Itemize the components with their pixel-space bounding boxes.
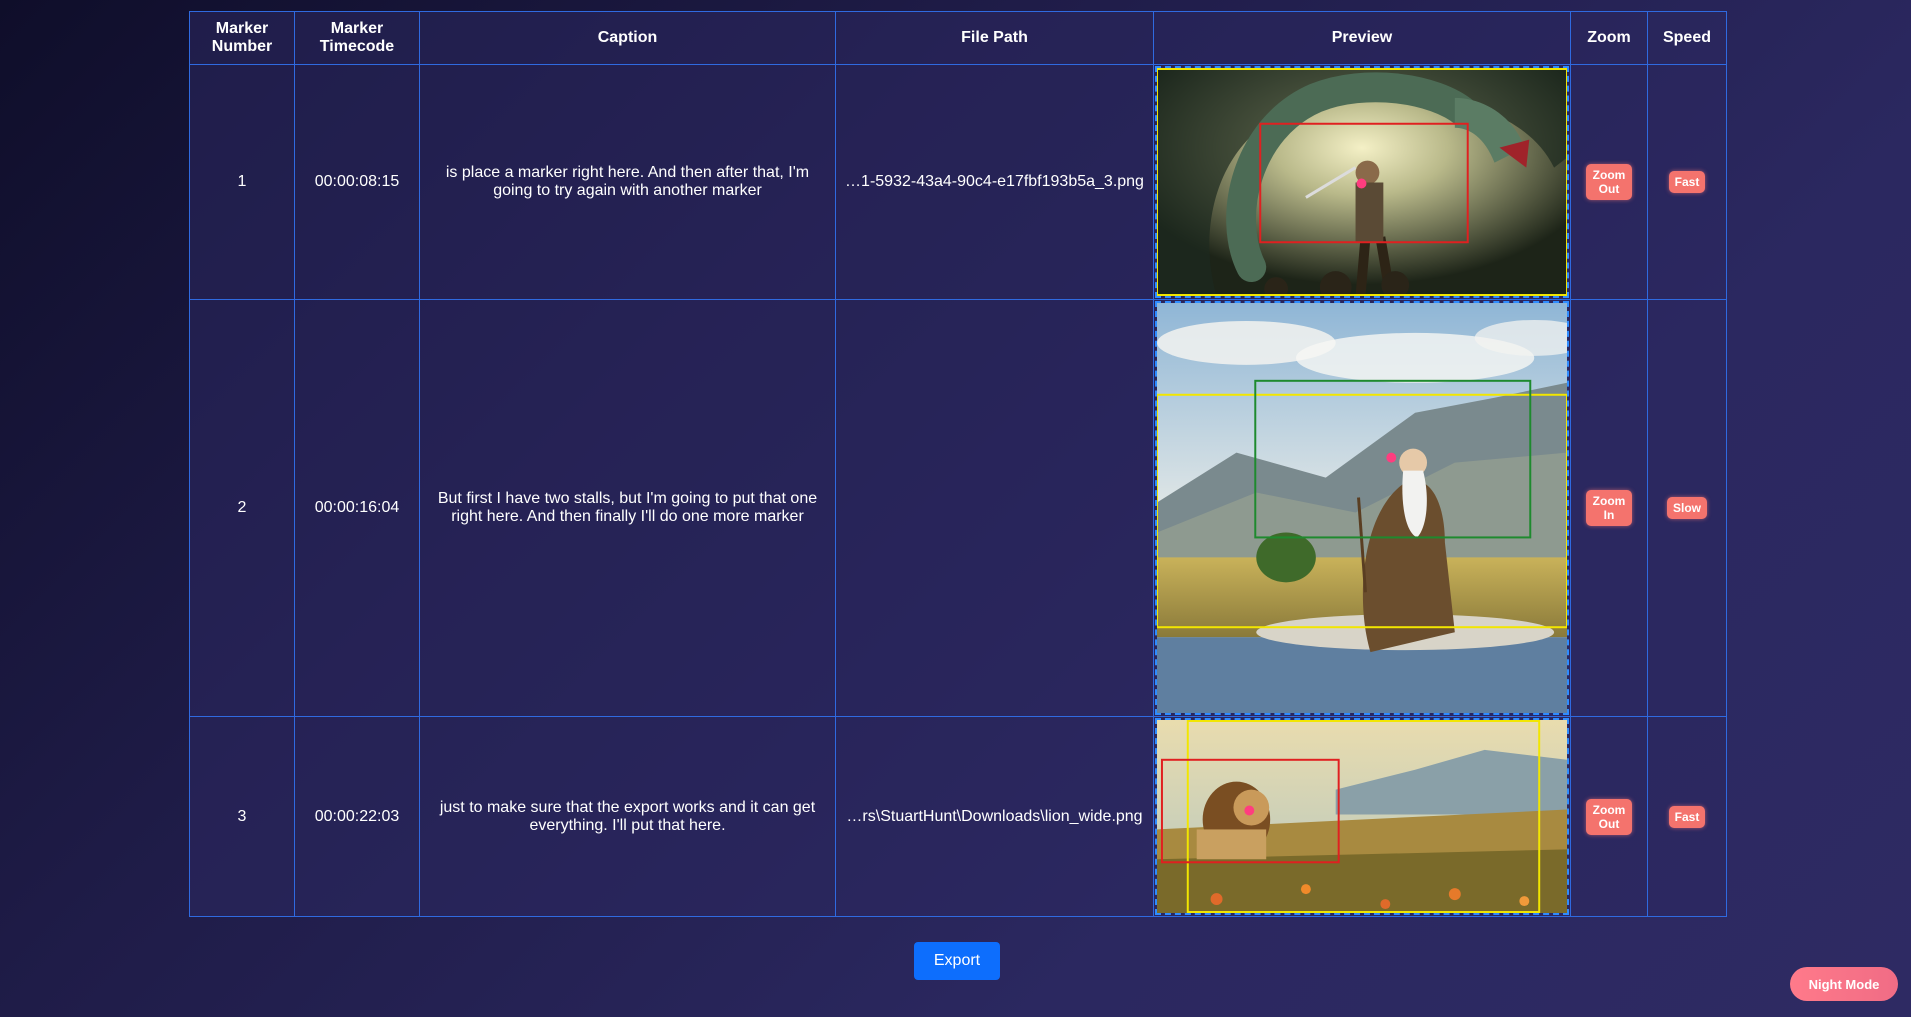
speed-cell: Fast — [1647, 64, 1727, 300]
marker-file-path — [835, 299, 1154, 717]
header-row: Marker Number Marker Timecode Caption Fi… — [189, 11, 1727, 65]
caption-text: just to make sure that the export works … — [439, 798, 816, 834]
marker-number: 3 — [189, 716, 295, 917]
preview-image-lion — [1157, 720, 1567, 913]
zoom-button[interactable]: Zoom Out — [1586, 164, 1632, 200]
marker-timecode: 00:00:08:15 — [294, 64, 420, 300]
header-marker-number: Marker Number — [189, 11, 295, 65]
marker-caption[interactable]: just to make sure that the export works … — [419, 716, 836, 917]
caption-text: is place a marker right here. And then a… — [445, 164, 810, 199]
marker-preview[interactable] — [1153, 716, 1571, 917]
zoom-cell: Zoom In — [1570, 299, 1648, 717]
speed-cell: Fast — [1647, 716, 1727, 917]
marker-number: 2 — [189, 299, 295, 717]
marker-number: 1 — [189, 64, 295, 300]
marker-caption[interactable]: But first I have two stalls, but I'm goi… — [419, 299, 836, 717]
preview-image-frame[interactable] — [1155, 301, 1569, 715]
preview-image-frame[interactable] — [1155, 66, 1569, 298]
zoom-cell: Zoom Out — [1570, 64, 1648, 300]
speed-button[interactable]: Fast — [1668, 805, 1706, 828]
night-mode-button[interactable]: Night Mode — [1790, 967, 1898, 1001]
table-row: 2 00:00:16:04 But first I have two stall… — [189, 299, 1727, 717]
speed-button[interactable]: Fast — [1668, 171, 1706, 193]
header-file-path: File Path — [835, 11, 1154, 65]
header-caption: Caption — [419, 11, 836, 65]
marker-timecode: 00:00:22:03 — [294, 716, 420, 917]
export-button[interactable]: Export — [914, 942, 1000, 980]
preview-image-sage — [1157, 303, 1567, 713]
marker-timecode: 00:00:16:04 — [294, 299, 420, 717]
preview-image-frame[interactable] — [1155, 718, 1569, 915]
header-marker-timecode: Marker Timecode — [294, 11, 420, 65]
zoom-button[interactable]: Zoom In — [1586, 490, 1632, 526]
header-zoom: Zoom — [1570, 11, 1648, 65]
header-speed: Speed — [1647, 11, 1727, 65]
zoom-cell: Zoom Out — [1570, 716, 1648, 917]
zoom-button[interactable]: Zoom Out — [1586, 798, 1632, 835]
marker-preview[interactable] — [1153, 299, 1571, 717]
marker-caption[interactable]: is place a marker right here. And then a… — [419, 64, 836, 300]
header-preview: Preview — [1153, 11, 1571, 65]
table-row: 3 00:00:22:03 just to make sure that the… — [189, 716, 1727, 917]
markers-table: Marker Number Marker Timecode Caption Fi… — [189, 11, 1727, 917]
preview-image-serpent — [1157, 68, 1567, 296]
speed-button[interactable]: Slow — [1666, 497, 1707, 519]
table-row: 1 00:00:08:15 is place a marker right he… — [189, 64, 1727, 300]
speed-cell: Slow — [1647, 299, 1727, 717]
caption-text: But first I have two stalls, but I'm goi… — [437, 490, 818, 525]
marker-file-path: …1-5932-43a4-90c4-e17fbf193b5a_3.png — [835, 64, 1154, 300]
marker-file-path: …rs\StuartHunt\Downloads\lion_wide.png — [835, 716, 1154, 917]
marker-preview[interactable] — [1153, 64, 1571, 300]
